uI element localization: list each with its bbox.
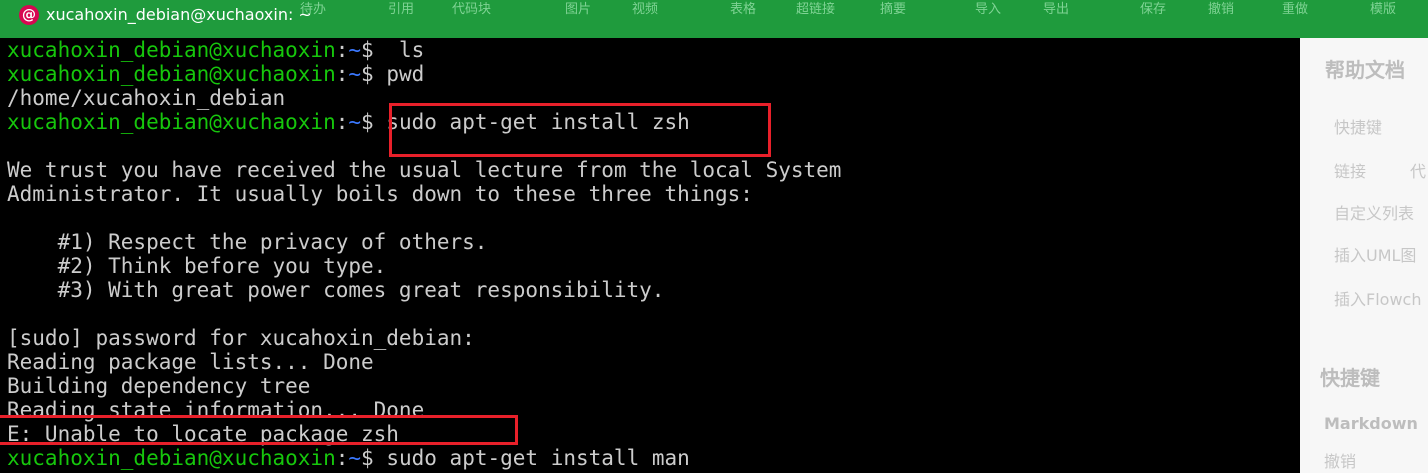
help-pane-sub-item: 撤销 [1324,452,1357,471]
window-title: xucahoxin_debian@xuchaoxin: ~ [46,5,312,24]
output-line: Administrator. It usually boils down to … [7,182,753,206]
prompt-path: ~ [348,446,362,470]
prompt-separator: : [335,62,349,86]
help-pane-item[interactable]: 自定义列表 [1334,200,1414,224]
debian-swirl-icon[interactable]: @ [19,5,39,25]
command-text: pwd [373,62,425,86]
prompt-separator: : [335,38,349,62]
prompt-symbol: $ [361,110,374,134]
terminal-title-bar[interactable]: @ xucahoxin_debian@xuchaoxin: ~ [0,0,1300,38]
output-line: /home/xucahoxin_debian [7,86,286,110]
output-line: #3) With great power comes great respons… [7,278,665,302]
prompt-line: xucahoxin_debian@xuchaoxin:~$ ls [7,38,424,62]
help-pane-item[interactable]: 插入Flowch [1334,286,1421,310]
command-text: ls [373,38,425,62]
prompt-symbol: $ [361,446,374,470]
output-line: We trust you have received the usual lec… [7,158,842,182]
prompt-symbol: $ [361,62,374,86]
help-pane-item[interactable]: 代 [1410,158,1426,182]
background-toolbar-item[interactable]: 模版 [1370,0,1396,20]
prompt-path: ~ [348,38,362,62]
prompt-user-host: xucahoxin_debian@xuchaoxin [7,62,336,86]
prompt-line: xucahoxin_debian@xuchaoxin:~$ sudo apt-g… [7,446,690,470]
help-pane-subsection: Markdown [1324,414,1418,433]
help-pane-title: 帮助文档 [1325,58,1405,82]
prompt-path: ~ [348,110,362,134]
annotation-box-install-command [389,103,771,157]
help-pane-section-title: 快捷键 [1320,366,1380,390]
output-line: #1) Respect the privacy of others. [7,230,488,254]
prompt-user-host: xucahoxin_debian@xuchaoxin [7,446,336,470]
help-pane-item[interactable]: 链接 [1334,158,1366,182]
screen: 待办 引用 代码块 图片 视频 表格 超链接 摘要 导入 导出 保存 撤销 重做 模版 帮助文档 快捷键 … [0,0,1428,473]
prompt-symbol: $ [361,38,374,62]
help-pane-item[interactable]: 快捷键 [1334,114,1382,138]
output-line: [sudo] password for xucahoxin_debian: [7,326,475,350]
output-line: Building dependency tree [7,374,311,398]
prompt-user-host: xucahoxin_debian@xuchaoxin [7,38,336,62]
prompt-user-host: xucahoxin_debian@xuchaoxin [7,110,336,134]
prompt-path: ~ [348,62,362,86]
annotation-box-error-line [0,415,518,445]
command-text: sudo apt-get install man [373,446,690,470]
output-line: Reading package lists... Done [7,350,374,374]
prompt-line: xucahoxin_debian@xuchaoxin:~$ pwd [7,62,424,86]
terminal-window[interactable]: @ xucahoxin_debian@xuchaoxin: ~ xucahoxi… [0,0,1300,473]
prompt-separator: : [335,446,349,470]
prompt-separator: : [335,110,349,134]
background-help-pane: 帮助文档 快捷键 链接 代 自定义列表 插入UML图 插入Flowch 快捷键 … [1300,38,1428,473]
output-line: #2) Think before you type. [7,254,387,278]
help-pane-item[interactable]: 插入UML图 [1334,242,1416,266]
